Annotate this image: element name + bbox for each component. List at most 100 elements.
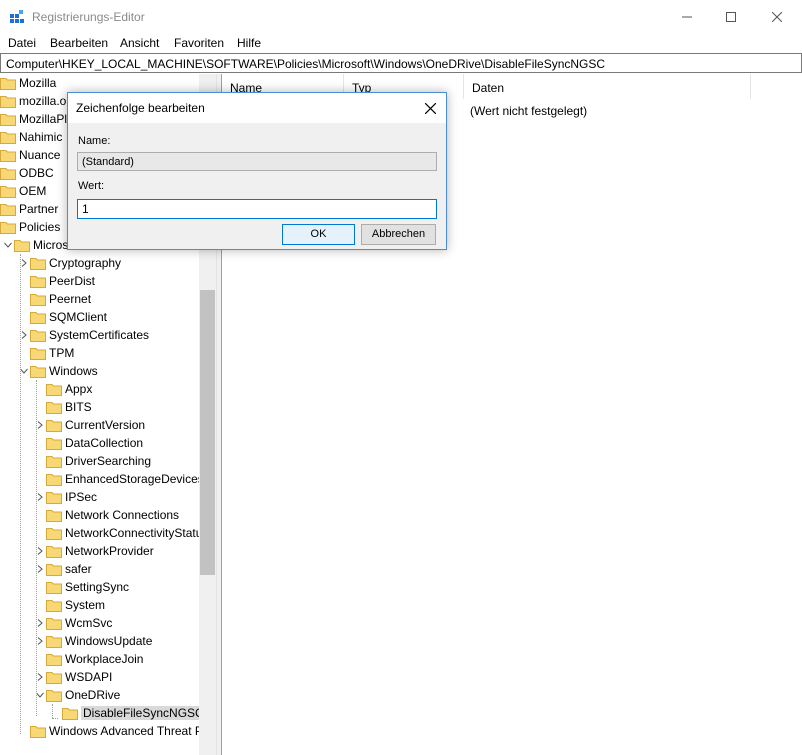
tree-item-label: DataCollection	[65, 436, 144, 450]
tree-item-label: Micros	[33, 238, 69, 252]
tree-item[interactable]: WcmSvc	[34, 614, 112, 632]
tree-item[interactable]: Nuance	[0, 146, 60, 164]
tree-item-label: OEM	[19, 184, 47, 198]
ok-button[interactable]: OK	[282, 224, 355, 245]
folder-icon	[30, 257, 46, 270]
maximize-icon	[726, 12, 736, 22]
value-input[interactable]	[77, 199, 437, 219]
menu-hilfe[interactable]: Hilfe	[237, 36, 261, 50]
menu-datei[interactable]: Datei	[8, 36, 36, 50]
tree-item[interactable]: WorkplaceJoin	[34, 650, 143, 668]
tree-item-label: ODBC	[19, 166, 54, 180]
tree-item[interactable]: OneDRive	[34, 686, 120, 704]
tree-item[interactable]: Network Connections	[34, 506, 179, 524]
edit-string-dialog: Zeichenfolge bearbeiten Name: (Standard)…	[67, 92, 447, 250]
tree-item[interactable]: NetworkConnectivityStatu	[34, 524, 202, 542]
tree-item-label: WcmSvc	[65, 616, 113, 630]
folder-icon	[46, 437, 62, 450]
tree-item-label: DisableFileSyncNGSC	[81, 706, 206, 720]
tree-item-label: NetworkConnectivityStatu	[65, 526, 203, 540]
tree-item-label: PeerDist	[49, 274, 96, 288]
tree-item[interactable]: IPSec	[34, 488, 97, 506]
column-header-data[interactable]: Daten	[464, 74, 751, 99]
tree-item[interactable]: Micros	[2, 236, 68, 254]
tree-item-label: WSDAPI	[65, 670, 113, 684]
tree-item[interactable]: ODBC	[0, 164, 54, 182]
tree-item[interactable]: SQMClient	[18, 308, 107, 326]
tree-item-label: Cryptography	[49, 256, 122, 270]
tree-item[interactable]: CurrentVersion	[34, 416, 145, 434]
folder-icon	[0, 131, 16, 144]
menu-favoriten[interactable]: Favoriten	[174, 36, 224, 50]
folder-icon	[46, 419, 62, 432]
folder-icon	[30, 725, 46, 738]
tree-item[interactable]: SystemCertificates	[18, 326, 149, 344]
title-bar: Registrierungs-Editor	[0, 0, 802, 34]
tree-item-label: Partner	[19, 202, 59, 216]
tree-item[interactable]: Partner	[0, 200, 58, 218]
tree-item[interactable]: MozillaPlu	[0, 110, 74, 128]
tree-item-label: SettingSync	[65, 580, 130, 594]
tree-item-label: EnhancedStorageDevices	[65, 472, 204, 486]
tree-item[interactable]: Windows	[18, 362, 98, 380]
tree-item[interactable]: Mozilla	[0, 74, 56, 92]
tree-item[interactable]: System	[34, 596, 105, 614]
menu-ansicht[interactable]: Ansicht	[120, 36, 159, 50]
minimize-button[interactable]	[664, 0, 710, 34]
close-window-button[interactable]	[754, 0, 800, 34]
folder-icon	[30, 275, 46, 288]
tree-item[interactable]: Appx	[34, 380, 92, 398]
tree-item[interactable]: mozilla.or	[0, 92, 70, 110]
window-title: Registrierungs-Editor	[32, 10, 145, 24]
address-bar[interactable]: Computer\HKEY_LOCAL_MACHINE\SOFTWARE\Pol…	[0, 53, 802, 73]
close-icon	[772, 12, 782, 22]
folder-icon	[46, 617, 62, 630]
menu-bearbeiten[interactable]: Bearbeiten	[50, 36, 108, 50]
tree-item[interactable]: BITS	[34, 398, 92, 416]
tree-item[interactable]: PeerDist	[18, 272, 95, 290]
tree-item[interactable]: DriverSearching	[34, 452, 151, 470]
folder-icon	[30, 347, 46, 360]
dialog-title-bar: Zeichenfolge bearbeiten	[68, 93, 446, 123]
folder-icon	[46, 473, 62, 486]
tree-item-label: SQMClient	[49, 310, 108, 324]
chevron-down-icon[interactable]	[2, 236, 14, 254]
maximize-button[interactable]	[708, 0, 754, 34]
folder-icon	[46, 455, 62, 468]
tree-guide-line	[20, 254, 21, 734]
tree-guide-line	[36, 380, 37, 716]
tree-item[interactable]: NetworkProvider	[34, 542, 154, 560]
tree-scrollbar-thumb[interactable]	[200, 290, 215, 575]
tree-item-label: Windows Advanced Threat P	[49, 724, 203, 738]
tree-item[interactable]: safer	[34, 560, 92, 578]
tree-item-label: SystemCertificates	[49, 328, 150, 342]
tree-item-label: System	[65, 598, 106, 612]
tree-item[interactable]: WindowsUpdate	[34, 632, 152, 650]
tree-item[interactable]: Nahimic	[0, 128, 62, 146]
folder-icon	[0, 167, 16, 180]
cancel-button[interactable]: Abbrechen	[361, 224, 436, 245]
dialog-close-button[interactable]	[417, 95, 443, 121]
tree-item[interactable]: Peernet	[18, 290, 91, 308]
folder-icon	[30, 311, 46, 324]
tree-guide-line	[52, 704, 53, 718]
tree-item[interactable]: EnhancedStorageDevices	[34, 470, 204, 488]
tree-item[interactable]: DataCollection	[34, 434, 143, 452]
tree-item[interactable]: TPM	[18, 344, 74, 362]
tree-item-label: MozillaPlu	[19, 112, 74, 126]
tree-item-label: TPM	[49, 346, 75, 360]
tree-item[interactable]: DisableFileSyncNGSC	[50, 704, 206, 722]
tree-item[interactable]: WSDAPI	[34, 668, 112, 686]
registry-editor-icon	[10, 10, 24, 23]
tree-item[interactable]: Windows Advanced Threat P	[18, 722, 203, 740]
name-label: Name:	[78, 135, 111, 147]
folder-icon	[46, 401, 62, 414]
tree-item[interactable]: SettingSync	[34, 578, 129, 596]
tree-item[interactable]: Cryptography	[18, 254, 121, 272]
folder-icon	[0, 203, 16, 216]
tree-item[interactable]: Policies	[0, 218, 60, 236]
tree-item[interactable]: OEM	[0, 182, 46, 200]
folder-icon	[30, 365, 46, 378]
value-label: Wert:	[78, 180, 105, 192]
folder-icon	[46, 653, 62, 666]
